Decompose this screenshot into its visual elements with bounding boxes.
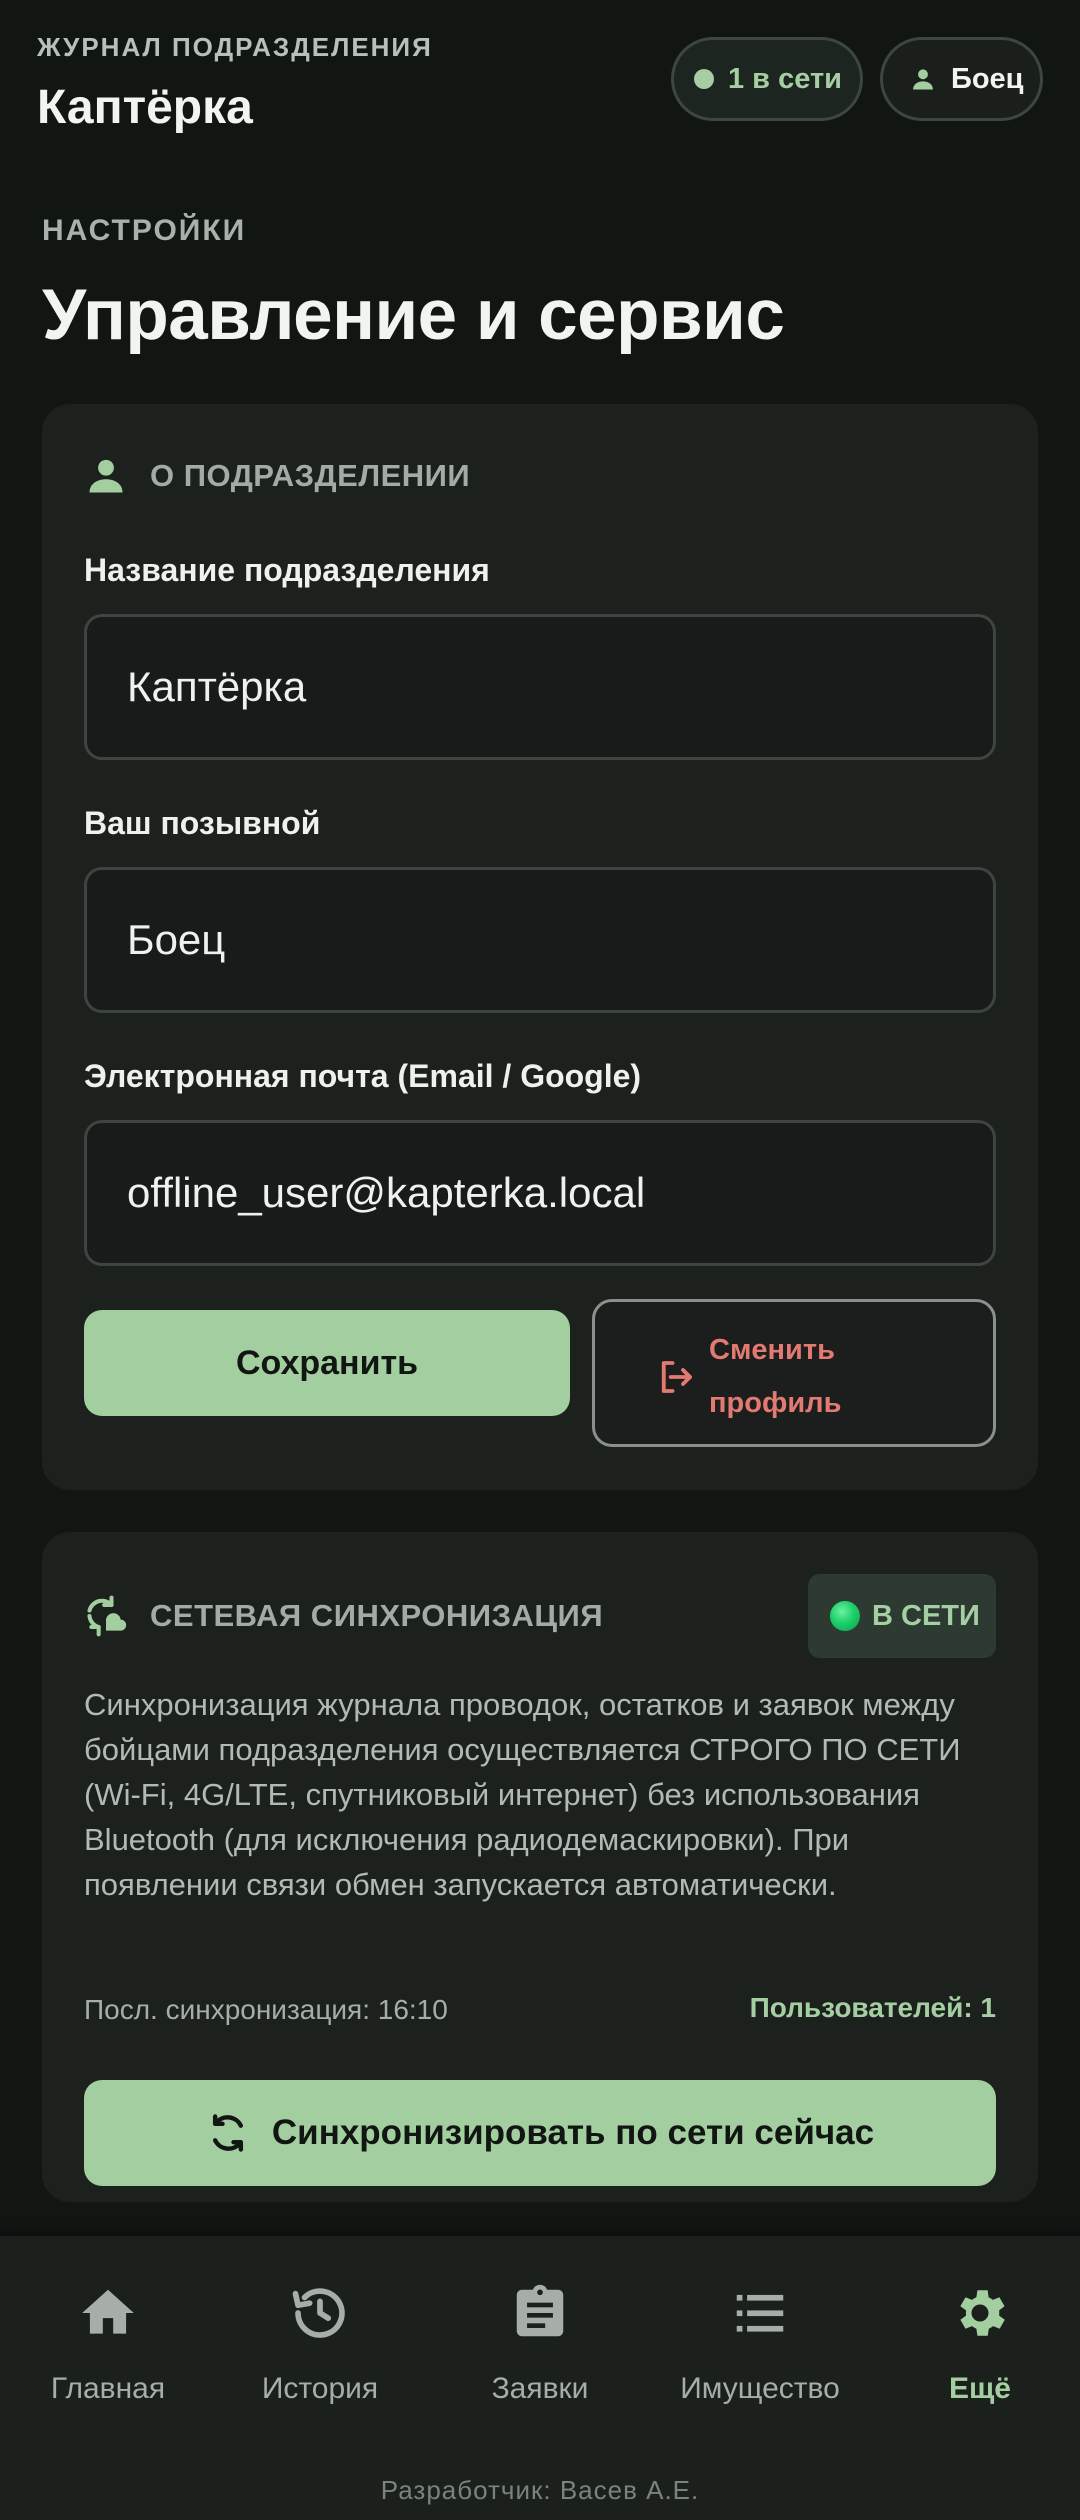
section-eyebrow: НАСТРОЙКИ [42,214,247,247]
switch-profile-button[interactable]: Сменить профиль [592,1299,996,1447]
sync-card-title: СЕТЕВАЯ СИНХРОНИЗАЦИЯ [150,1598,604,1633]
network-status-badge: В СЕТИ [808,1574,996,1658]
sync-now-button[interactable]: Синхронизировать по сети сейчас [84,2080,996,2186]
email-input[interactable] [84,1120,996,1266]
last-sync-time: Посл. синхронизация: 16:10 [84,1994,448,2025]
callsign-label: Ваш позывной [84,805,321,841]
page-title: Управление и сервис [42,276,785,355]
sync-now-label: Синхронизировать по сети сейчас [271,2113,875,2152]
unit-card-title: О ПОДРАЗДЕЛЕНИИ [150,458,471,493]
network-sync-card: СЕТЕВАЯ СИНХРОНИЗАЦИЯ В СЕТИ Синхронизац… [42,1532,1038,2202]
user-profile-chip[interactable]: Боец [880,37,1043,121]
unit-name-label: Название подразделения [84,552,490,588]
bottom-navigation: Главная История Заявки Имущество Ещё Раз… [0,2236,1080,2520]
person-icon [913,69,933,90]
sync-description: Синхронизация журнала проводок, остатков… [84,1687,961,1902]
sync-card-heading: СЕТЕВАЯ СИНХРОНИЗАЦИЯ [84,1594,603,1638]
cloud-sync-icon [87,1595,127,1637]
nav-label-requests: Заявки [491,2372,589,2405]
nav-item-more[interactable]: Ещё [872,2282,1080,2422]
network-status-label: В СЕТИ [872,1599,980,1632]
history-icon [292,2288,345,2338]
users-count: Пользователей: 1 [749,1992,996,2023]
nav-item-property[interactable]: Имущество [652,2282,868,2422]
gear-icon [960,2290,1005,2336]
nav-item-history[interactable]: История [212,2282,428,2422]
unit-card-heading: О ПОДРАЗДЕЛЕНИИ [84,454,470,498]
app-subtitle: ЖУРНАЛ ПОДРАЗДЕЛЕНИЯ [37,32,433,62]
developer-credit: Разработчик: Васев А.Е. [380,2475,700,2505]
nav-label-more: Ещё [948,2372,1011,2405]
online-led-icon [830,1601,860,1631]
sync-icon [212,2114,243,2152]
nav-item-requests[interactable]: Заявки [432,2282,648,2422]
home-icon [82,2289,134,2334]
save-button[interactable]: Сохранить [84,1310,570,1416]
person-icon [89,459,123,493]
nav-label-property: Имущество [680,2372,840,2405]
settings-screen: ЖУРНАЛ ПОДРАЗДЕЛЕНИЯ Каптёрка 1 в сети Б… [0,0,1080,2520]
nav-label-home: Главная [50,2372,166,2405]
email-label: Электронная почта (Email / Google) [84,1058,642,1094]
logout-icon [661,1361,692,1393]
online-dot-icon [694,69,714,89]
nav-label-history: История [261,2372,379,2405]
clipboard-icon [516,2284,564,2337]
user-callsign-label: Боец [951,62,1024,95]
online-count-label: 1 в сети [728,62,842,95]
top-app-bar: ЖУРНАЛ ПОДРАЗДЕЛЕНИЯ Каптёрка 1 в сети Б… [0,0,1080,180]
nav-item-home[interactable]: Главная [0,2282,216,2422]
online-status-chip[interactable]: 1 в сети [671,37,863,121]
callsign-input[interactable] [84,867,996,1013]
switch-profile-label: Сменить профиль [709,1334,842,1419]
list-icon [736,2294,784,2332]
unit-info-card: О ПОДРАЗДЕЛЕНИИ Название подразделения В… [42,404,1038,1490]
app-title: Каптёрка [37,81,253,134]
unit-name-input[interactable] [84,614,996,760]
